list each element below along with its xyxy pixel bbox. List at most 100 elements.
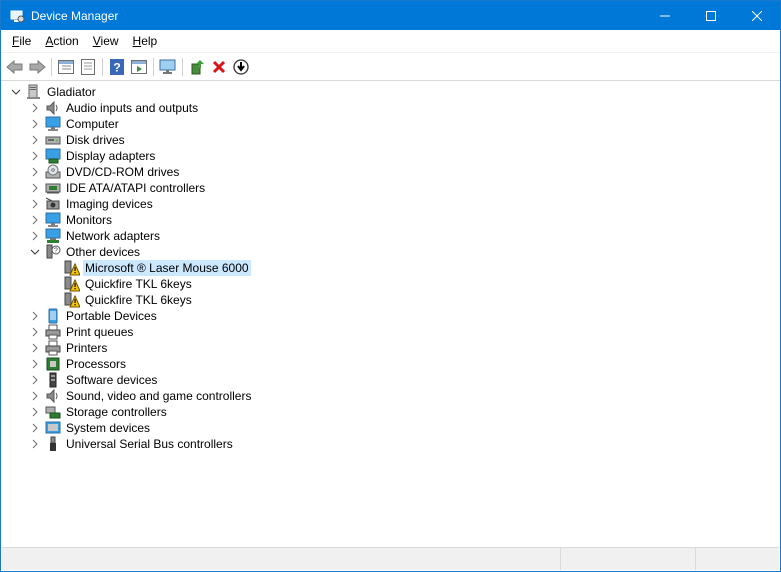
tree-root-gladiator[interactable]: Gladiator bbox=[2, 84, 779, 100]
tree-item-label: Gladiator bbox=[47, 85, 96, 99]
processor-icon bbox=[45, 356, 61, 372]
tree-item-label: Network adapters bbox=[66, 229, 161, 243]
collapse-icon[interactable] bbox=[29, 244, 41, 260]
scan-hardware-button[interactable] bbox=[157, 56, 179, 78]
warning-device-icon bbox=[64, 260, 80, 276]
tree-category[interactable]: DVD/CD-ROM drives bbox=[2, 164, 779, 180]
expand-icon[interactable] bbox=[29, 324, 41, 340]
disable-device-icon bbox=[233, 58, 249, 75]
tree-item-label: Monitors bbox=[66, 213, 113, 227]
tree-item-label: Software devices bbox=[66, 373, 158, 387]
collapse-icon[interactable] bbox=[10, 84, 22, 100]
tree-item-label: Disk drives bbox=[66, 133, 125, 147]
tree-category[interactable]: Audio inputs and outputs bbox=[2, 100, 779, 116]
tree-category[interactable]: Computer bbox=[2, 116, 779, 132]
expand-icon[interactable] bbox=[29, 212, 41, 228]
expand-icon[interactable] bbox=[29, 100, 41, 116]
tree-category[interactable]: Print queues bbox=[2, 324, 779, 340]
tree-category[interactable]: Disk drives bbox=[2, 132, 779, 148]
tree-item-label: Portable Devices bbox=[66, 309, 157, 323]
expand-icon[interactable] bbox=[29, 356, 41, 372]
expand-icon[interactable] bbox=[29, 388, 41, 404]
toolbar-separator bbox=[102, 57, 103, 76]
menu-file[interactable]: File bbox=[5, 30, 38, 52]
expand-icon[interactable] bbox=[29, 420, 41, 436]
expand-icon[interactable] bbox=[29, 308, 41, 324]
expand-icon[interactable] bbox=[29, 340, 41, 356]
back-button[interactable] bbox=[4, 56, 26, 78]
tree-category[interactable]: IDE ATA/ATAPI controllers bbox=[2, 180, 779, 196]
menu-view[interactable]: View bbox=[86, 30, 126, 52]
expand-icon[interactable] bbox=[29, 116, 41, 132]
disable-device-button[interactable] bbox=[230, 56, 252, 78]
uninstall-device-button[interactable] bbox=[208, 56, 230, 78]
expand-icon[interactable] bbox=[29, 132, 41, 148]
system-device-icon bbox=[45, 420, 61, 436]
action-pane-icon bbox=[131, 59, 147, 74]
toolbar: ? bbox=[1, 53, 780, 81]
tree-item-label: Quickfire TKL 6keys bbox=[85, 277, 192, 291]
tree-item-label: Microsoft ® Laser Mouse 6000 bbox=[83, 260, 251, 276]
properties-button[interactable] bbox=[77, 56, 99, 78]
tree-category[interactable]: Printers bbox=[2, 340, 779, 356]
dvd-drive-icon bbox=[45, 164, 61, 180]
printer-icon bbox=[45, 324, 61, 340]
ide-controller-icon bbox=[45, 180, 61, 196]
tree-category[interactable]: Sound, video and game controllers bbox=[2, 388, 779, 404]
expand-icon[interactable] bbox=[29, 196, 41, 212]
toolbar-separator bbox=[51, 57, 52, 76]
menu-action[interactable]: Action bbox=[38, 30, 85, 52]
update-driver-icon bbox=[191, 59, 204, 74]
monitor-icon bbox=[159, 59, 176, 74]
tree-category[interactable]: Monitors bbox=[2, 212, 779, 228]
tree-item-label: Print queues bbox=[66, 325, 134, 339]
menu-bar: File Action View Help bbox=[1, 30, 780, 53]
menu-help[interactable]: Help bbox=[126, 30, 165, 52]
expand-icon[interactable] bbox=[29, 436, 41, 452]
expand-icon[interactable] bbox=[29, 228, 41, 244]
minimize-button[interactable] bbox=[642, 1, 688, 30]
tree-device[interactable]: Quickfire TKL 6keys bbox=[2, 292, 779, 308]
status-pane-secondary bbox=[561, 548, 696, 570]
maximize-button[interactable] bbox=[688, 1, 734, 30]
tree-category[interactable]: Imaging devices bbox=[2, 196, 779, 212]
action-pane-button[interactable] bbox=[128, 56, 150, 78]
close-icon bbox=[752, 10, 762, 21]
tree-item-label: System devices bbox=[66, 421, 151, 435]
expand-icon[interactable] bbox=[29, 372, 41, 388]
tree-category[interactable]: Network adapters bbox=[2, 228, 779, 244]
unknown-device-icon: ? bbox=[45, 244, 61, 260]
expand-icon[interactable] bbox=[29, 164, 41, 180]
tree-item-label: Computer bbox=[66, 117, 119, 131]
tree-device[interactable]: Quickfire TKL 6keys bbox=[2, 276, 779, 292]
tree-item-label: Universal Serial Bus controllers bbox=[66, 437, 233, 451]
title-bar[interactable]: Device Manager bbox=[1, 1, 780, 30]
tree-device[interactable]: Microsoft ® Laser Mouse 6000 bbox=[2, 260, 779, 276]
status-bar bbox=[2, 547, 779, 570]
tree-item-label: DVD/CD-ROM drives bbox=[66, 165, 180, 179]
tree-category[interactable]: Universal Serial Bus controllers bbox=[2, 436, 779, 452]
software-device-icon bbox=[45, 372, 61, 388]
tree-category[interactable]: Storage controllers bbox=[2, 404, 779, 420]
svg-text:?: ? bbox=[113, 60, 120, 74]
tree-category[interactable]: Processors bbox=[2, 356, 779, 372]
help-button[interactable]: ? bbox=[106, 56, 128, 78]
expand-icon[interactable] bbox=[29, 148, 41, 164]
show-hide-console-tree-button[interactable] bbox=[55, 56, 77, 78]
tree-category[interactable]: ? Other devices bbox=[2, 244, 779, 260]
tree-category[interactable]: Display adapters bbox=[2, 148, 779, 164]
tree-category[interactable]: Software devices bbox=[2, 372, 779, 388]
forward-button[interactable] bbox=[26, 56, 48, 78]
tree-category[interactable]: System devices bbox=[2, 420, 779, 436]
device-tree[interactable]: Gladiator Audio inputs and outputs Compute… bbox=[2, 84, 779, 546]
window-title: Device Manager bbox=[31, 8, 119, 23]
tree-category[interactable]: Portable Devices bbox=[2, 308, 779, 324]
expand-icon[interactable] bbox=[29, 404, 41, 420]
update-driver-button[interactable] bbox=[186, 56, 208, 78]
expand-icon[interactable] bbox=[29, 180, 41, 196]
close-button[interactable] bbox=[734, 1, 780, 30]
uninstall-icon bbox=[212, 60, 226, 73]
portable-device-icon bbox=[45, 308, 61, 324]
